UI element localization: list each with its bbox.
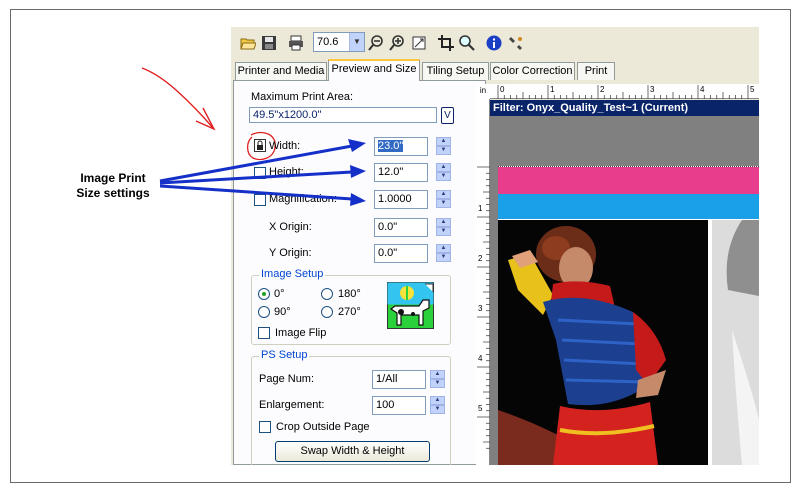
enlargement-value: 100	[376, 399, 395, 411]
lock-icon[interactable]	[254, 139, 266, 152]
cyan-bar	[498, 194, 759, 219]
search-icon[interactable]	[459, 35, 475, 51]
height-field[interactable]: 12.0"	[374, 163, 428, 182]
yorigin-stepper[interactable]: ▲ ▼	[436, 244, 451, 263]
height-checkbox[interactable]	[254, 167, 266, 179]
enlargement-label: Enlargement:	[259, 399, 325, 411]
print-icon[interactable]	[288, 35, 304, 51]
left-ruler-ticks: 1 2 3 4 5	[477, 166, 490, 449]
rotation-90-radio[interactable]	[258, 306, 270, 318]
tab-printer-and-media[interactable]: Printer and Media	[235, 62, 327, 80]
rotation-180-label: 180°	[338, 288, 361, 300]
rotation-270-label: 270°	[338, 306, 361, 318]
ruler-number: 3	[478, 304, 483, 313]
xorigin-value: 0.0"	[378, 221, 398, 233]
test-photo-woman	[498, 220, 708, 465]
fit-page-icon[interactable]	[411, 35, 427, 51]
ruler-number: 4	[700, 85, 705, 94]
ruler-number: 1	[478, 204, 483, 213]
magnification-checkbox[interactable]	[254, 194, 266, 206]
xorigin-label: X Origin:	[269, 221, 312, 233]
width-stepper[interactable]: ▲ ▼	[436, 137, 451, 156]
crop-outside-label: Crop Outside Page	[276, 421, 370, 433]
left-ruler: 1 2 3 4 5	[476, 99, 490, 465]
print-preview-canvas[interactable]	[490, 116, 759, 465]
rotation-0-radio[interactable]	[258, 288, 270, 300]
max-print-area-button[interactable]: V	[441, 107, 454, 124]
settings-panel: Maximum Print Area: 49.5"x1200.0" V Widt…	[233, 80, 486, 465]
ruler-number: 1	[550, 85, 555, 94]
ruler-unit: in	[476, 84, 490, 99]
ps-setup-title: PS Setup	[259, 349, 310, 361]
ruler-number: 5	[750, 85, 755, 94]
page-num-value: 1/All	[376, 373, 398, 385]
top-ruler: 0 1 2 3 4 5	[490, 84, 759, 99]
magenta-bar	[498, 167, 759, 194]
rotation-180-radio[interactable]	[321, 288, 333, 300]
chevron-down-icon[interactable]: ▼	[349, 33, 364, 51]
filter-title-bar: Filter: Onyx_Quality_Test~1 (Current)	[490, 100, 759, 116]
open-folder-icon[interactable]	[240, 35, 256, 51]
ruler-number: 2	[600, 85, 605, 94]
crop-outside-checkbox[interactable]	[259, 421, 271, 433]
width-field[interactable]: 23.0"	[374, 137, 428, 156]
print-dialog: 70.6 ▼ Printer and Media Preview and Siz…	[231, 27, 759, 465]
yorigin-label: Y Origin:	[269, 247, 312, 259]
tool-icon[interactable]	[508, 35, 524, 51]
image-flip-checkbox[interactable]	[258, 327, 270, 339]
max-print-area-label: Maximum Print Area:	[251, 91, 354, 103]
enlargement-field[interactable]: 100	[372, 396, 426, 415]
top-ruler-ticks: 0 1 2 3 4 5	[497, 85, 755, 99]
image-flip-label: Image Flip	[275, 327, 327, 339]
image-setup-title: Image Setup	[259, 268, 326, 280]
zoom-out-icon[interactable]	[368, 35, 384, 51]
ruler-number: 5	[478, 404, 483, 413]
annotation-line-2: Size settings	[76, 186, 150, 200]
yorigin-value: 0.0"	[378, 247, 398, 259]
annotation-text: Image Print Size settings	[58, 171, 168, 201]
info-icon[interactable]	[486, 35, 502, 51]
save-icon[interactable]	[261, 35, 277, 51]
height-label: Height:	[269, 166, 304, 178]
ruler-number: 0	[500, 85, 505, 94]
zoom-in-icon[interactable]	[389, 35, 405, 51]
max-print-area-value: 49.5"x1200.0"	[249, 107, 437, 123]
magnification-value: 1.0000	[378, 193, 412, 205]
tab-color-correction[interactable]: Color Correction	[490, 62, 575, 80]
swap-width-height-button[interactable]: Swap Width & Height	[275, 441, 430, 462]
tab-preview-and-size[interactable]: Preview and Size	[328, 59, 420, 81]
rotation-270-radio[interactable]	[321, 306, 333, 318]
zoom-select[interactable]: 70.6 ▼	[313, 32, 365, 52]
magnification-stepper[interactable]: ▲ ▼	[436, 190, 451, 209]
height-value: 12.0"	[378, 166, 404, 178]
magnification-field[interactable]: 1.0000	[374, 190, 428, 209]
width-label: Width:	[269, 140, 301, 152]
magnification-label: Magnification:	[269, 193, 337, 205]
ruler-number: 4	[478, 354, 483, 363]
rotation-90-label: 90°	[274, 306, 291, 318]
ruler-number: 3	[650, 85, 655, 94]
crop-icon[interactable]	[438, 35, 454, 51]
height-stepper[interactable]: ▲ ▼	[436, 163, 451, 182]
page-num-field[interactable]: 1/All	[372, 370, 426, 389]
annotation-line-1: Image Print	[80, 171, 146, 185]
width-value: 23.0"	[378, 140, 404, 152]
ruler-number: 2	[478, 254, 483, 263]
xorigin-stepper[interactable]: ▲ ▼	[436, 218, 451, 237]
test-photo-grey-detail	[726, 220, 759, 465]
tab-print[interactable]: Print	[577, 62, 615, 80]
xorigin-field[interactable]: 0.0"	[374, 218, 428, 237]
page-num-label: Page Num:	[259, 373, 315, 385]
enlargement-stepper[interactable]: ▲ ▼	[430, 396, 445, 415]
orientation-preview-dog-icon	[387, 282, 434, 329]
yorigin-field[interactable]: 0.0"	[374, 244, 428, 263]
tab-tiling-setup[interactable]: Tiling Setup	[422, 62, 489, 80]
zoom-value: 70.6	[317, 36, 339, 48]
rotation-0-label: 0°	[274, 288, 285, 300]
page-num-stepper[interactable]: ▲ ▼	[430, 370, 445, 389]
